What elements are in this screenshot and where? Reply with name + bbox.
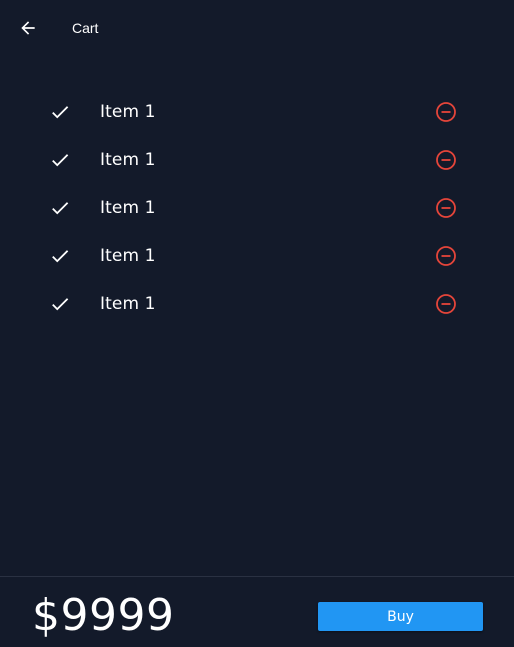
check-icon (52, 154, 69, 167)
cart-item: Item 1 (0, 184, 514, 232)
remove-item-button[interactable] (434, 244, 458, 268)
cart-list: Item 1 Item 1 Item 1 Item 1 Item 1 (0, 88, 514, 328)
cart-item-label: Item 1 (100, 246, 156, 266)
check-icon (52, 106, 69, 119)
cart-item: Item 1 (0, 136, 514, 184)
check-icon (52, 250, 69, 263)
page-title: Cart (72, 20, 99, 36)
remove-item-button[interactable] (434, 196, 458, 220)
total-price: $9999 (32, 590, 175, 641)
remove-circle-outline-icon (436, 294, 456, 314)
buy-button[interactable]: Buy (318, 602, 483, 631)
checkout-footer: $9999 Buy (0, 576, 514, 647)
remove-item-button[interactable] (434, 292, 458, 316)
remove-circle-outline-icon (436, 246, 456, 266)
remove-circle-outline-icon (436, 150, 456, 170)
back-button[interactable] (16, 16, 40, 40)
cart-item-label: Item 1 (100, 102, 156, 122)
cart-item: Item 1 (0, 88, 514, 136)
cart-item: Item 1 (0, 232, 514, 280)
app-bar: Cart (0, 0, 514, 56)
cart-item-label: Item 1 (100, 294, 156, 314)
remove-circle-outline-icon (436, 102, 456, 122)
remove-circle-outline-icon (436, 198, 456, 218)
arrow-left-icon (21, 21, 35, 35)
remove-item-button[interactable] (434, 148, 458, 172)
cart-item-label: Item 1 (100, 150, 156, 170)
cart-item: Item 1 (0, 280, 514, 328)
check-icon (52, 298, 69, 311)
remove-item-button[interactable] (434, 100, 458, 124)
cart-item-label: Item 1 (100, 198, 156, 218)
check-icon (52, 202, 69, 215)
